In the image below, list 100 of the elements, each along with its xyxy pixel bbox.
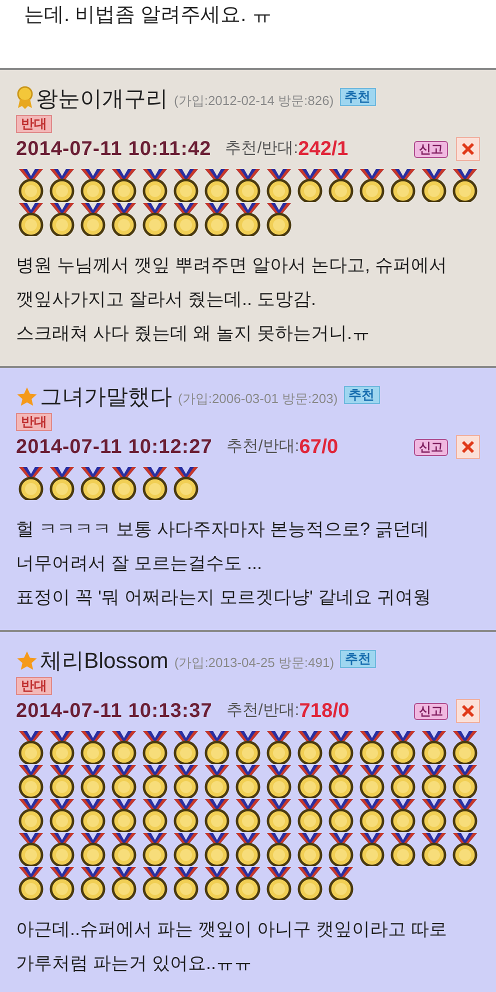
medal-icon [171,798,201,832]
medal-icon [202,798,232,832]
medal-icon [47,730,77,764]
score-count: 242/1 [298,137,348,162]
medal-icon [264,866,294,900]
medal-icon [295,730,325,764]
user-info: (가입:2012-02-14 방문:826) [174,92,334,110]
medal-icon [140,168,170,202]
medal-icon [78,798,108,832]
medal-icon [419,730,449,764]
medal-icon [357,730,387,764]
medal-icon [78,730,108,764]
medal-icon [171,866,201,900]
oppose-button[interactable]: 반대 [16,413,52,431]
medal-icon [419,764,449,798]
medal-icon [47,168,77,202]
medal-icon [295,168,325,202]
comment-text: 헐 ㅋㅋㅋㅋ 보통 사다주자마자 본능적으로? 긁던데 [16,518,430,541]
comment-date: 2014-07-11 10:12:27 [16,435,212,460]
medal-icon [326,866,356,900]
medal-icon [233,202,263,236]
close-button[interactable] [456,137,480,161]
medal-icon [47,866,77,900]
medal-icon [202,202,232,236]
star-icon [16,386,38,408]
medal-icon [202,764,232,798]
medal-icon [16,168,46,202]
medal-icon [233,832,263,866]
report-button[interactable]: 신고 [414,140,448,158]
medal-icon [140,466,170,500]
medal-icon [326,764,356,798]
medal-icon [109,798,139,832]
medal-icon [233,168,263,202]
user-name: 체리Blossom [40,648,168,674]
medal-icon [171,168,201,202]
medal-icon [295,798,325,832]
medal-icon [295,764,325,798]
medal-icon [450,798,480,832]
medal-icon [47,798,77,832]
medal-icon [233,730,263,764]
medal-icon [419,832,449,866]
medal-icon [264,202,294,236]
medal-icon [326,730,356,764]
score-label: 추천/반대: [226,437,300,457]
close-button[interactable] [456,435,480,459]
medal-icon [16,866,46,900]
medal-icon [171,202,201,236]
close-button[interactable] [456,699,480,723]
medal-icon [388,168,418,202]
medal-icon [202,832,232,866]
close-icon [461,142,475,156]
comment-text: 아근데..슈퍼에서 파는 깻잎이 아니구 캣잎이라고 따로 [16,918,448,941]
comment-text: 표정이 꼭 '뭐 어쩌라는지 모르겟다냥' 같네요 귀여웡 [16,586,431,609]
medal-icon [140,202,170,236]
score-count: 67/0 [299,435,338,460]
recommend-button[interactable]: 추천 [344,386,380,404]
recommend-button[interactable]: 추천 [340,88,376,106]
report-button[interactable]: 신고 [414,702,448,720]
medal-icon [16,764,46,798]
medal-icon [202,866,232,900]
medal-icon [47,202,77,236]
oppose-button[interactable]: 반대 [16,115,52,133]
post-text: 는데. 비법좀 알려주세요. ㅠ [24,3,272,28]
medal-icon [140,730,170,764]
medal-icon [171,730,201,764]
oppose-button[interactable]: 반대 [16,677,52,695]
medal-icon [388,730,418,764]
medal-icon [450,832,480,866]
medal-icon [16,466,46,500]
medal-icon [326,168,356,202]
medal-icon [264,798,294,832]
medal-icon [78,466,108,500]
medal-icon [388,832,418,866]
medal-icon [202,730,232,764]
recommend-button[interactable]: 추천 [340,650,376,668]
close-icon [461,704,475,718]
medal-icon [109,730,139,764]
medal-icon [47,764,77,798]
medal-icon [264,764,294,798]
medal-icon [357,764,387,798]
comment-text: 스크래쳐 사다 줬는데 왜 놀지 못하는거니.ㅠ [16,322,370,345]
score-label: 추천/반대: [225,139,298,159]
medal-icon [16,832,46,866]
medal-icon [326,798,356,832]
comment-text: 너무어려서 잘 모르는걸수도 ... [16,552,262,575]
score-label: 추천/반대: [226,701,300,721]
medal-icon [171,832,201,866]
user-name: 왕눈이개구리 [36,86,168,112]
medal-icon [140,798,170,832]
medal-icon [171,764,201,798]
medal-icon [326,832,356,866]
medal-icon [47,832,77,866]
medal-icon [78,202,108,236]
user-info: (가입:2013-04-25 방문:491) [174,654,334,672]
medal-icon [419,168,449,202]
comment-text: 깻잎사가지고 잘라서 줬는데.. 도망감. [16,288,316,311]
medal-icon [264,832,294,866]
medal-icon [140,866,170,900]
medal-icon [295,866,325,900]
report-button[interactable]: 신고 [414,438,448,456]
